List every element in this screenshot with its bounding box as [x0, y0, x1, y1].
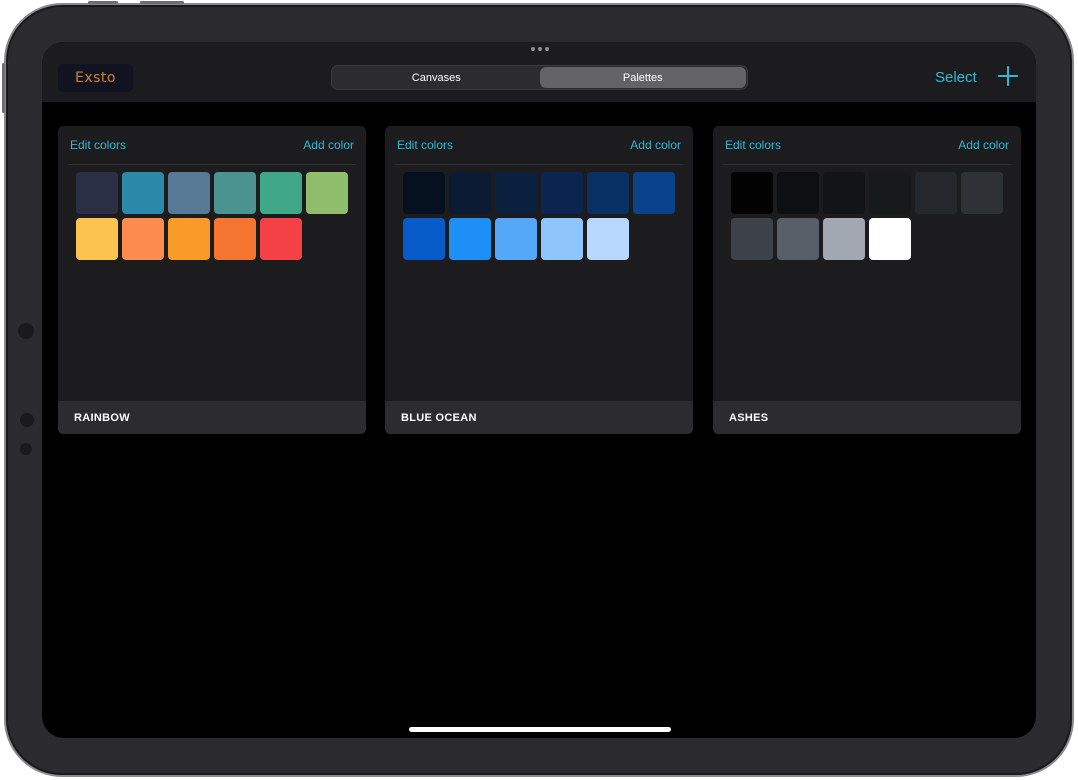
multitasking-icon[interactable] [531, 46, 549, 52]
divider [68, 164, 356, 165]
app-logo: Exsto [58, 64, 133, 92]
color-swatch[interactable] [587, 218, 629, 260]
volume-button [2, 63, 5, 113]
navigation-bar: Exsto Canvases Palettes Select [42, 42, 1036, 102]
tab-canvases[interactable]: Canvases [333, 67, 540, 88]
color-swatch[interactable] [495, 218, 537, 260]
color-swatch[interactable] [541, 172, 583, 214]
color-swatch[interactable] [731, 172, 773, 214]
color-swatch[interactable] [449, 218, 491, 260]
add-color-button[interactable]: Add color [958, 138, 1009, 152]
palette-card-header: Edit colors Add color [713, 126, 1021, 164]
color-swatch[interactable] [823, 218, 865, 260]
color-swatch[interactable] [214, 218, 256, 260]
color-swatch[interactable] [260, 218, 302, 260]
palette-card-header: Edit colors Add color [58, 126, 366, 164]
edit-colors-button[interactable]: Edit colors [70, 138, 126, 152]
palette-card-rainbow[interactable]: Edit colors Add color RAINBOW [58, 126, 366, 434]
color-swatch[interactable] [961, 172, 1003, 214]
palette-card-blue-ocean[interactable]: Edit colors Add color BLUE OCEAN [385, 126, 693, 434]
color-swatch[interactable] [449, 172, 491, 214]
edit-colors-button[interactable]: Edit colors [725, 138, 781, 152]
palette-card-ashes[interactable]: Edit colors Add color ASHES [713, 126, 1021, 434]
palette-card-header: Edit colors Add color [385, 126, 693, 164]
color-swatch[interactable] [122, 172, 164, 214]
add-color-button[interactable]: Add color [303, 138, 354, 152]
color-swatch[interactable] [587, 172, 629, 214]
color-swatch[interactable] [495, 172, 537, 214]
color-swatch[interactable] [869, 218, 911, 260]
pencil-charger-dot [20, 413, 34, 427]
add-icon[interactable] [997, 65, 1019, 87]
color-swatch[interactable] [168, 218, 210, 260]
pencil-charger-dot [20, 443, 32, 455]
color-swatch[interactable] [869, 172, 911, 214]
palette-name: RAINBOW [58, 401, 366, 434]
swatch-grid [403, 172, 679, 260]
color-swatch[interactable] [777, 218, 819, 260]
swatch-grid [76, 172, 352, 260]
view-segmented-control: Canvases Palettes [331, 65, 748, 90]
color-swatch[interactable] [731, 218, 773, 260]
color-swatch[interactable] [633, 172, 675, 214]
divider [395, 164, 683, 165]
palette-name: BLUE OCEAN [385, 401, 693, 434]
divider [723, 164, 1011, 165]
palette-name: ASHES [713, 401, 1021, 434]
color-swatch[interactable] [76, 218, 118, 260]
color-swatch[interactable] [777, 172, 819, 214]
add-color-button[interactable]: Add color [630, 138, 681, 152]
select-button[interactable]: Select [935, 69, 977, 86]
home-indicator[interactable] [409, 727, 671, 732]
color-swatch[interactable] [214, 172, 256, 214]
top-button [140, 1, 184, 4]
swatch-grid [731, 172, 1007, 260]
color-swatch[interactable] [541, 218, 583, 260]
pencil-charger-dot [18, 323, 34, 339]
color-swatch[interactable] [122, 218, 164, 260]
color-swatch[interactable] [403, 218, 445, 260]
tab-palettes[interactable]: Palettes [539, 67, 746, 88]
color-swatch[interactable] [168, 172, 210, 214]
color-swatch[interactable] [260, 172, 302, 214]
app-screen: Exsto Canvases Palettes Select Edit colo… [42, 42, 1036, 738]
top-button [88, 1, 118, 4]
color-swatch[interactable] [403, 172, 445, 214]
color-swatch[interactable] [823, 172, 865, 214]
color-swatch[interactable] [915, 172, 957, 214]
edit-colors-button[interactable]: Edit colors [397, 138, 453, 152]
color-swatch[interactable] [306, 172, 348, 214]
color-swatch[interactable] [76, 172, 118, 214]
